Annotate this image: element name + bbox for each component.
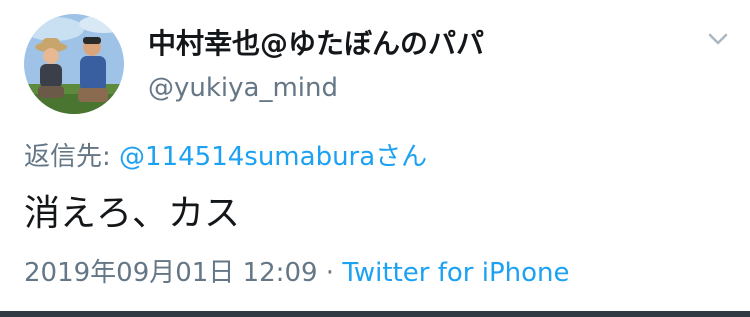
timestamp[interactable]: 2019年09月01日 12:09: [24, 258, 318, 288]
tweet-meta: 2019年09月01日 12:09 · Twitter for iPhone: [24, 252, 570, 289]
display-name[interactable]: 中村幸也@ゆたぼんのパパ: [148, 22, 484, 62]
tweet-text: 消えろ、カス: [24, 193, 241, 234]
divider: [0, 311, 750, 317]
source-link[interactable]: Twitter for iPhone: [342, 258, 569, 288]
reply-mention[interactable]: @114514sumabura: [119, 142, 375, 172]
meta-separator: ·: [325, 258, 335, 288]
reply-context: 返信先: @114514sumaburaさん: [24, 136, 427, 173]
tweet-card: 中村幸也@ゆたぼんのパパ @yukiya_mind 返信先: @114514su…: [0, 0, 750, 317]
user-handle[interactable]: @yukiya_mind: [148, 73, 338, 103]
avatar-image: [24, 14, 124, 114]
chevron-down-icon[interactable]: [704, 27, 732, 51]
avatar[interactable]: [24, 14, 124, 114]
reply-suffix[interactable]: さん: [375, 142, 427, 172]
reply-prefix: 返信先:: [24, 142, 111, 172]
reply-mention-link[interactable]: @114514sumaburaさん: [119, 142, 427, 172]
